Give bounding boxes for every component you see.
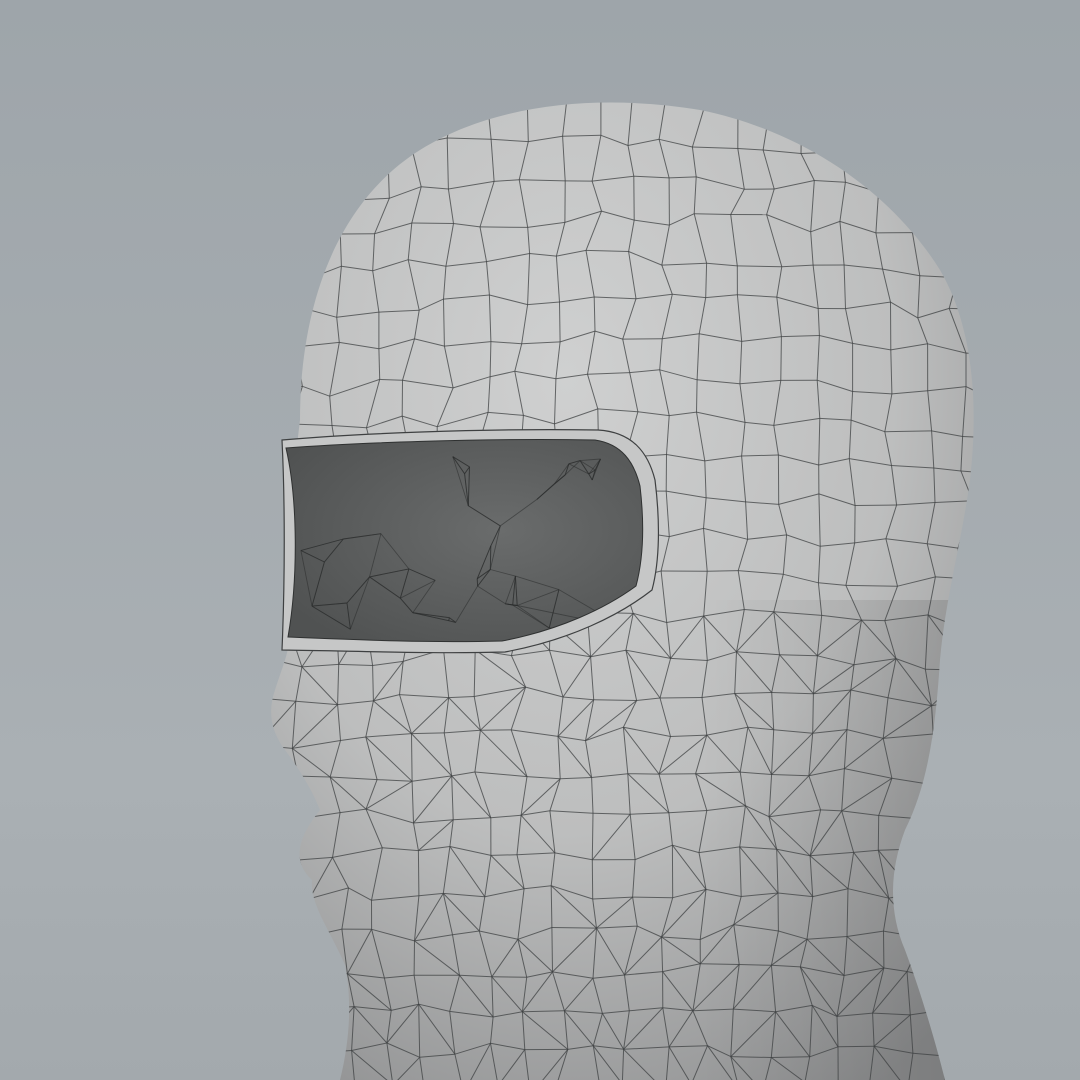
mesh-edge <box>491 976 527 978</box>
mesh-edge <box>771 1056 810 1058</box>
mesh-edge <box>632 896 673 899</box>
mesh-edge <box>559 301 561 342</box>
mesh-edge <box>837 1045 875 1048</box>
mesh-edge <box>479 226 528 228</box>
mesh-edge <box>551 927 597 929</box>
mesh-edge <box>411 732 445 735</box>
mesh-edge <box>411 733 413 782</box>
render-viewport <box>0 0 1080 1080</box>
mesh-edge <box>591 813 594 860</box>
mesh-edge <box>855 504 897 506</box>
mesh-edge <box>696 379 698 413</box>
mesh-edge <box>707 570 739 572</box>
mesh-edge <box>411 222 454 224</box>
mesh-edge <box>861 619 885 622</box>
mesh-edge <box>780 336 782 381</box>
inner-mesh-edge <box>489 545 492 570</box>
mesh-edge <box>417 850 420 896</box>
mesh-edge <box>659 697 703 699</box>
mesh-edge <box>812 693 814 734</box>
mesh-edge <box>490 854 518 856</box>
model-render <box>0 0 1080 1080</box>
eye-opening <box>285 439 644 643</box>
mesh-edge <box>700 963 740 965</box>
mesh-edge <box>551 927 553 972</box>
mesh-edge <box>550 885 553 928</box>
